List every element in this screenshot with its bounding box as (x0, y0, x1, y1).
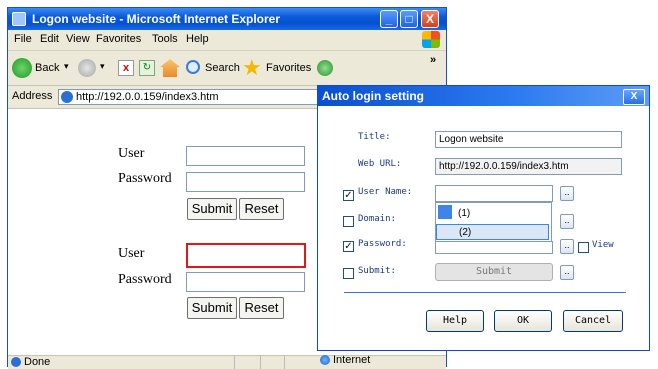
toolbar-chevron[interactable]: » (430, 54, 436, 66)
menu-tools[interactable]: Tools (152, 33, 178, 45)
submit-label: Submit: (358, 266, 396, 276)
dialog-separator (344, 292, 626, 293)
submit-browse-button[interactable]: .. (560, 265, 574, 280)
form2-user-input[interactable] (186, 243, 306, 268)
user-name-label: User Name: (358, 187, 413, 197)
toolbar: Back ▾ ▾ x ↻ Search ★ Favorites » (8, 51, 446, 86)
ie-page-icon (61, 91, 73, 103)
form1-submit-button[interactable]: Submit (187, 198, 237, 220)
auto-login-dialog: Auto login setting X Title: Logon websit… (317, 85, 650, 351)
dialog-close-button[interactable]: X (623, 89, 645, 105)
help-button[interactable]: Help (426, 310, 484, 332)
form2-password-label: Password (118, 272, 172, 287)
close-button[interactable]: X (421, 10, 439, 28)
password-label: Password: (358, 239, 407, 249)
status-divider (260, 356, 261, 369)
ie-app-icon (12, 12, 26, 26)
dropdown-option-1[interactable]: (1) (436, 206, 549, 222)
domain-browse-button[interactable]: .. (560, 214, 574, 229)
internet-zone-label: Internet (333, 354, 371, 366)
search-button-label[interactable]: Search (205, 62, 240, 74)
cancel-button[interactable]: Cancel (563, 310, 623, 332)
menu-favorites[interactable]: Favorites (96, 33, 141, 45)
web-url-label: Web URL: (358, 159, 402, 169)
form2-submit-button[interactable]: Submit (187, 297, 237, 319)
menu-help[interactable]: Help (186, 33, 209, 45)
form2-user-label: User (118, 246, 145, 261)
form1-password-input[interactable] (186, 172, 305, 192)
internet-zone-icon (320, 355, 330, 365)
home-icon[interactable] (160, 59, 180, 77)
ie-window-title: Logon website - Microsoft Internet Explo… (32, 12, 281, 26)
dialog-title-bar[interactable]: Auto login setting X (318, 86, 649, 106)
status-divider (234, 356, 235, 369)
ok-button[interactable]: OK (494, 310, 552, 332)
menu-edit[interactable]: Edit (40, 33, 59, 45)
minimize-button[interactable]: _ (380, 10, 398, 28)
address-label: Address (12, 90, 53, 102)
favorites-star-icon[interactable]: ★ (242, 57, 262, 79)
password-browse-button[interactable]: .. (560, 239, 574, 254)
refresh-icon[interactable]: ↻ (139, 60, 155, 76)
domain-checkbox[interactable] (343, 216, 354, 227)
domain-label: Domain: (358, 214, 396, 224)
forward-dropdown-icon[interactable]: ▾ (100, 61, 105, 72)
password-input[interactable] (435, 241, 553, 254)
password-checkbox[interactable]: ✓ (343, 241, 354, 252)
favorites-button-label[interactable]: Favorites (266, 62, 311, 74)
submit-select-button[interactable]: Submit (435, 263, 553, 281)
user-name-dropdown: (1) (2) (435, 202, 552, 242)
address-url: http://192.0.0.159/index3.htm (76, 91, 219, 103)
form1-user-label: User (118, 146, 145, 161)
menu-file[interactable]: File (14, 33, 32, 45)
dialog-title: Auto login setting (322, 89, 424, 103)
title-input[interactable]: Logon website (435, 131, 622, 148)
form2-reset-button[interactable]: Reset (239, 297, 284, 319)
form1-password-label: Password (118, 171, 172, 186)
back-arrow-icon[interactable] (12, 58, 32, 78)
web-url-input[interactable]: http://192.0.0.159/index3.htm (435, 158, 622, 175)
user-name-checkbox[interactable]: ✓ (343, 190, 354, 201)
user-name-input[interactable] (435, 185, 553, 202)
view-checkbox[interactable] (578, 242, 589, 253)
back-dropdown-icon[interactable]: ▾ (64, 61, 69, 72)
form2-password-input[interactable] (186, 272, 305, 292)
user-name-browse-button[interactable]: .. (560, 186, 574, 201)
view-label: View (592, 240, 614, 250)
windows-logo-icon (422, 31, 440, 48)
dropdown-option-2[interactable]: (2) (436, 224, 549, 240)
done-page-icon (11, 357, 21, 367)
submit-checkbox[interactable] (343, 268, 354, 279)
ie-title-bar[interactable]: Logon website - Microsoft Internet Explo… (8, 8, 446, 30)
stop-icon[interactable]: x (118, 60, 134, 76)
form1-user-input[interactable] (186, 146, 305, 166)
form1-reset-button[interactable]: Reset (239, 198, 284, 220)
title-label: Title: (358, 132, 391, 142)
menu-view[interactable]: View (66, 33, 90, 45)
status-text: Done (24, 356, 51, 368)
forward-arrow-icon[interactable] (78, 59, 96, 77)
search-icon[interactable] (186, 60, 200, 74)
maximize-button[interactable]: □ (400, 10, 418, 28)
back-button-label[interactable]: Back (35, 62, 59, 74)
status-divider (284, 356, 285, 369)
media-icon[interactable] (317, 60, 333, 76)
menu-bar: File Edit View Favorites Tools Help (8, 30, 446, 51)
